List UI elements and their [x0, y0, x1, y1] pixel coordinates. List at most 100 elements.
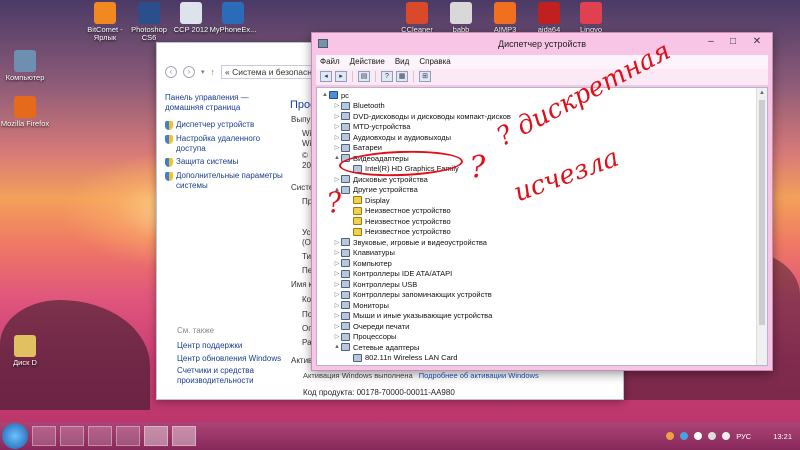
expand-arrow-icon[interactable]: ▷: [333, 134, 341, 141]
expand-arrow-icon[interactable]: ▷: [333, 176, 341, 183]
help-icon[interactable]: ?: [381, 71, 393, 82]
device-item[interactable]: Display: [345, 195, 390, 206]
maximize-button[interactable]: □: [722, 33, 744, 51]
task-link[interactable]: Настройка удаленного доступа: [165, 134, 283, 153]
menu-item[interactable]: Действие: [350, 55, 385, 69]
device-label: Батареи: [353, 143, 382, 153]
desktop-icon[interactable]: Компьютер: [0, 50, 50, 82]
device-category[interactable]: ▷ Мыши и иные указывающие устройства: [333, 311, 493, 322]
desktop-icon[interactable]: MyPhoneEx...: [208, 2, 258, 34]
device-item[interactable]: 802.11n Wireless LAN Card: [345, 353, 457, 364]
expand-arrow-icon[interactable]: ▷: [333, 144, 341, 151]
desktop-icon[interactable]: Lingvo: [566, 2, 616, 34]
start-button[interactable]: [2, 423, 28, 449]
device-category[interactable]: ▷ MTD-устройства: [333, 122, 411, 133]
dropdown-icon[interactable]: ▾: [201, 68, 205, 76]
forward-icon[interactable]: ›: [183, 66, 195, 78]
expand-arrow-icon[interactable]: ▷: [333, 239, 341, 246]
scroll-up-icon[interactable]: ▲: [757, 88, 767, 98]
vertical-scrollbar[interactable]: ▲: [756, 88, 767, 365]
device-category[interactable]: ▷ Компьютер: [333, 258, 392, 269]
device-category[interactable]: ▷ Мониторы: [333, 300, 389, 311]
expand-arrow-icon[interactable]: ▷: [333, 281, 341, 288]
desktop-icon[interactable]: Диск D: [0, 335, 50, 367]
taskbar-network-icon[interactable]: [116, 426, 140, 446]
see-also-link[interactable]: Центр поддержки: [177, 341, 287, 351]
device-category[interactable]: ▷ Bluetooth: [333, 101, 385, 112]
tray-volume-icon[interactable]: [722, 432, 731, 440]
language-indicator[interactable]: РУС: [736, 432, 751, 441]
close-button[interactable]: ✕: [744, 33, 770, 51]
expand-arrow-icon[interactable]: ▷: [333, 302, 341, 309]
expand-arrow-icon[interactable]: ▷: [333, 270, 341, 277]
device-item[interactable]: Неизвестное устройство: [345, 206, 451, 217]
computer-node[interactable]: ▲ pc: [321, 90, 349, 101]
scroll-thumb[interactable]: [759, 100, 765, 325]
expand-arrow-icon[interactable]: ▷: [333, 260, 341, 267]
expand-arrow-icon[interactable]: ▷: [333, 312, 341, 319]
device-label: MTD-устройства: [353, 122, 411, 132]
taskbar-system-icon[interactable]: [144, 426, 168, 446]
desktop-icon[interactable]: BitComet - Ярлык: [80, 2, 130, 42]
properties-icon[interactable]: ▤: [358, 71, 370, 82]
expand-arrow-icon[interactable]: ▷: [333, 323, 341, 330]
menu-item[interactable]: Файл: [320, 55, 340, 69]
taskbar-device-manager-icon[interactable]: [172, 426, 196, 446]
device-label: Клавиатуры: [353, 248, 395, 258]
collapse-arrow-icon[interactable]: ▲: [333, 344, 341, 350]
activation-link[interactable]: Подробнее об активации Windows: [419, 371, 539, 380]
scan-hardware-icon[interactable]: ⊞: [419, 71, 431, 82]
expand-arrow-icon[interactable]: ▷: [333, 333, 341, 340]
tray-app-icon[interactable]: [680, 432, 689, 440]
expand-arrow-icon[interactable]: ▷: [333, 291, 341, 298]
device-item[interactable]: Неизвестное устройство: [345, 227, 451, 238]
address-bar[interactable]: « Система и безопасность: [221, 65, 322, 79]
view-icon[interactable]: ▦: [396, 71, 408, 82]
desktop-icon[interactable]: AIMP3: [480, 2, 530, 34]
taskbar-explorer-icon[interactable]: [32, 426, 56, 446]
device-label: Очереди печати: [353, 321, 410, 331]
expand-arrow-icon[interactable]: ▷: [333, 113, 341, 120]
task-link[interactable]: Диспетчер устройств: [165, 120, 283, 130]
desktop-icon[interactable]: CCleaner: [392, 2, 442, 34]
device-category[interactable]: ▷ Клавиатуры: [333, 248, 395, 259]
device-category[interactable]: ▷ Очереди печати: [333, 321, 410, 332]
home-link[interactable]: Панель управления — домашняя страница: [165, 93, 283, 112]
see-also-link[interactable]: Центр обновления Windows: [177, 354, 287, 364]
forward-arrow-icon[interactable]: ▸: [335, 71, 347, 82]
device-category[interactable]: ▷ Аудиовходы и аудиовыходы: [333, 132, 451, 143]
device-category[interactable]: ▷ Контроллеры запоминающих устройств: [333, 290, 492, 301]
tray-flag-icon[interactable]: [694, 432, 703, 440]
device-category[interactable]: ▲ Сетевые адаптеры: [333, 342, 419, 353]
expand-arrow-icon[interactable]: ▷: [333, 123, 341, 130]
task-link[interactable]: Защита системы: [165, 157, 283, 167]
tray-network-icon[interactable]: [708, 432, 717, 440]
clock[interactable]: 13:21: [773, 432, 792, 441]
device-category[interactable]: ▲ Другие устройства: [333, 185, 418, 196]
device-category[interactable]: ▷ Процессоры: [333, 332, 397, 343]
collapse-arrow-icon[interactable]: ▲: [333, 155, 341, 161]
back-arrow-icon[interactable]: ◂: [320, 71, 332, 82]
expand-arrow-icon[interactable]: ▷: [333, 249, 341, 256]
device-item[interactable]: Неизвестное устройство: [345, 216, 451, 227]
device-category[interactable]: ▷ Контроллеры USB: [333, 279, 418, 290]
expand-arrow-icon[interactable]: ▷: [333, 102, 341, 109]
tray-app-icon[interactable]: [666, 432, 675, 440]
desktop-icon[interactable]: babb: [436, 2, 486, 34]
device-category[interactable]: ▷ Контроллеры IDE ATA/ATAPI: [333, 269, 452, 280]
minimize-button[interactable]: –: [700, 33, 722, 51]
device-category[interactable]: ▷ Батареи: [333, 143, 382, 154]
up-icon[interactable]: ↑: [211, 67, 216, 77]
device-manager-icon: [318, 39, 328, 48]
back-icon[interactable]: ‹: [165, 66, 177, 78]
device-category[interactable]: ▷ Звуковые, игровые и видеоустройства: [333, 237, 487, 248]
desktop-icon[interactable]: Mozilla Firefox: [0, 96, 50, 128]
taskbar-ie-icon[interactable]: [60, 426, 84, 446]
device-category[interactable]: ▷ DVD-дисководы и дисководы компакт-диско…: [333, 111, 511, 122]
menu-item[interactable]: Справка: [419, 55, 450, 69]
collapse-arrow-icon[interactable]: ▲: [321, 92, 329, 98]
taskbar-firefox-icon[interactable]: [88, 426, 112, 446]
see-also-link[interactable]: Счетчики и средства производительности: [177, 366, 287, 385]
task-link[interactable]: Дополнительные параметры системы: [165, 171, 283, 190]
menu-item[interactable]: Вид: [395, 55, 409, 69]
